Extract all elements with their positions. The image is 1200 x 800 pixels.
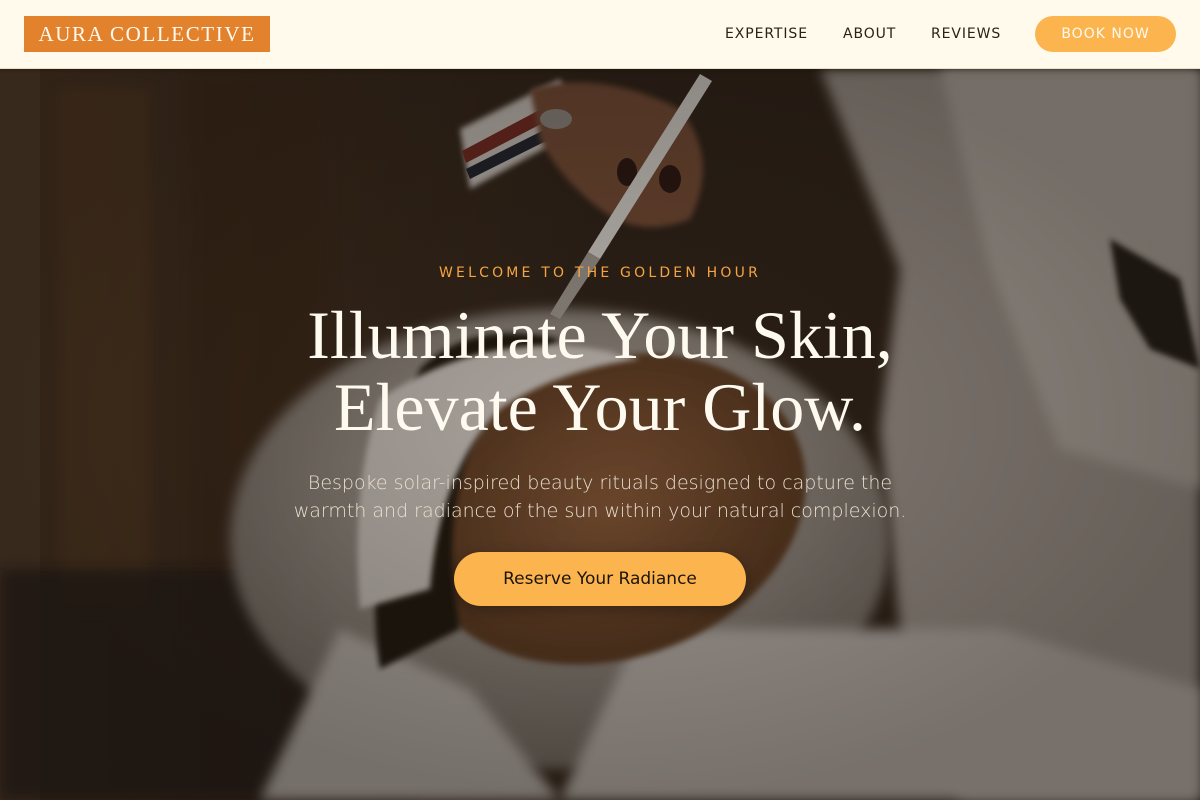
reserve-radiance-button[interactable]: Reserve Your Radiance <box>454 552 746 606</box>
nav-link-reviews[interactable]: REVIEWS <box>931 24 1001 44</box>
nav-link-expertise[interactable]: EXPERTISE <box>725 24 808 44</box>
hero-eyebrow: WELCOME TO THE GOLDEN HOUR <box>439 265 761 281</box>
hero-headline: Illuminate Your Skin, Elevate Your Glow. <box>0 299 1200 443</box>
book-now-button[interactable]: BOOK NOW <box>1035 16 1176 52</box>
nav-link-about[interactable]: ABOUT <box>843 24 896 44</box>
hero-section: WELCOME TO THE GOLDEN HOUR Illuminate Yo… <box>0 69 1200 800</box>
brand-logo[interactable]: AURA COLLECTIVE <box>24 16 270 52</box>
hero-headline-line1: Illuminate Your Skin, <box>307 297 893 373</box>
hero-subtext: Bespoke solar-inspired beauty rituals de… <box>293 472 907 522</box>
hero-content: WELCOME TO THE GOLDEN HOUR Illuminate Yo… <box>0 69 1200 800</box>
site-header: AURA COLLECTIVE EXPERTISE ABOUT REVIEWS … <box>0 0 1200 69</box>
hero-headline-line2: Elevate Your Glow. <box>334 369 866 445</box>
